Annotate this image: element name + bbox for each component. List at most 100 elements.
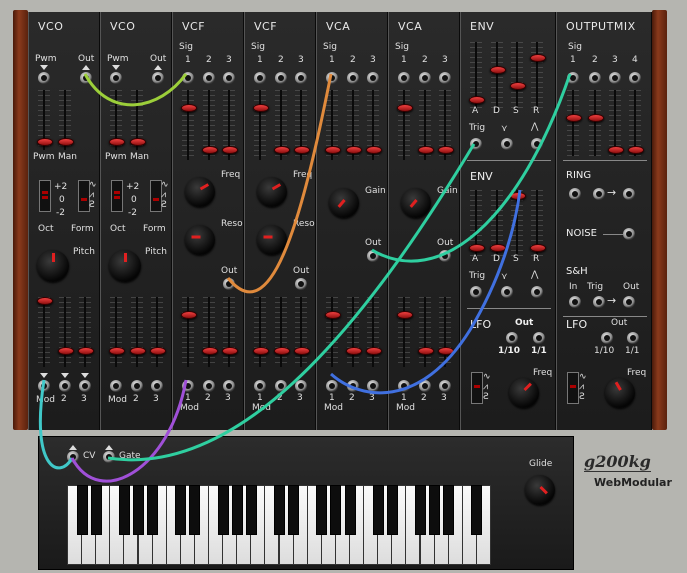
lfo2-out1-jack[interactable]	[601, 332, 613, 344]
vco1-mod1-jack[interactable]	[38, 380, 50, 392]
vco1-mod1-slider[interactable]	[37, 297, 53, 367]
vcf2-sig2-slider[interactable]	[274, 90, 290, 160]
lfo2-freq-knob[interactable]	[605, 378, 635, 408]
vco2-pitch-knob[interactable]	[109, 250, 141, 282]
vcf2-sig1-slider[interactable]	[253, 90, 269, 160]
outputmix-sig1-jack[interactable]	[567, 72, 579, 84]
vco2-oct-display[interactable]	[111, 180, 123, 212]
vco1-mod2-slider[interactable]	[58, 297, 74, 367]
vcf2-mod3-jack[interactable]	[295, 380, 307, 392]
env1-a-slider[interactable]	[469, 42, 485, 112]
vcf1-sig1-slider[interactable]	[181, 90, 197, 160]
black-key[interactable]	[443, 485, 455, 535]
black-key[interactable]	[217, 485, 229, 535]
vco1-out-jack[interactable]	[80, 72, 92, 84]
env1-r-slider[interactable]	[530, 42, 546, 112]
env2-trig-jack[interactable]	[470, 286, 482, 298]
outputmix-sig4-jack[interactable]	[629, 72, 641, 84]
vco1-mod3-slider[interactable]	[78, 297, 94, 367]
env2-out-jack[interactable]	[501, 286, 513, 298]
vca1-out-jack[interactable]	[367, 250, 379, 262]
vcf2-out-jack[interactable]	[295, 278, 307, 290]
vcf1-out-jack[interactable]	[223, 278, 235, 290]
vca2-sig2-slider[interactable]	[418, 90, 434, 160]
black-key[interactable]	[90, 485, 102, 535]
black-key[interactable]	[175, 485, 187, 535]
vcf1-reso-knob[interactable]	[185, 225, 215, 255]
lfo1-freq-knob[interactable]	[509, 378, 539, 408]
vco1-pitch-knob[interactable]	[37, 250, 69, 282]
outputmix-ch1-slider[interactable]	[566, 90, 582, 156]
vcf2-sig1-jack[interactable]	[254, 72, 266, 84]
vcf1-freq-knob[interactable]	[185, 177, 215, 207]
vca1-sig3-slider[interactable]	[366, 90, 382, 160]
vcf1-mod3-slider[interactable]	[222, 297, 238, 367]
env2-inv-jack[interactable]	[531, 286, 543, 298]
vcf2-mod1-jack[interactable]	[254, 380, 266, 392]
vcf1-mod3-jack[interactable]	[223, 380, 235, 392]
vco2-mod2-slider[interactable]	[130, 297, 146, 367]
black-key[interactable]	[372, 485, 384, 535]
vca1-sig2-jack[interactable]	[347, 72, 359, 84]
black-key[interactable]	[231, 485, 243, 535]
ring-in1-jack[interactable]	[569, 188, 581, 200]
black-key[interactable]	[76, 485, 88, 535]
outputmix-sig2-jack[interactable]	[589, 72, 601, 84]
black-key[interactable]	[118, 485, 130, 535]
vcf1-sig2-jack[interactable]	[203, 72, 215, 84]
black-key[interactable]	[274, 485, 285, 535]
vca2-sig2-jack[interactable]	[419, 72, 431, 84]
outputmix-ch3-slider[interactable]	[608, 90, 624, 156]
env2-a-slider[interactable]	[469, 190, 485, 260]
vco1-man-slider[interactable]	[58, 90, 74, 150]
vca2-out-jack[interactable]	[439, 250, 451, 262]
vca2-mod3-slider[interactable]	[438, 297, 454, 367]
vca1-sig1-jack[interactable]	[326, 72, 338, 84]
outputmix-sig3-jack[interactable]	[609, 72, 621, 84]
black-key[interactable]	[245, 485, 257, 535]
vca1-mod3-jack[interactable]	[367, 380, 379, 392]
vca2-gain-knob[interactable]	[401, 188, 431, 218]
black-key[interactable]	[288, 485, 300, 535]
vco1-mod3-jack[interactable]	[79, 380, 91, 392]
vcf2-mod2-slider[interactable]	[274, 297, 290, 367]
black-key[interactable]	[133, 485, 144, 535]
env1-d-slider[interactable]	[490, 42, 506, 112]
env1-inv-jack[interactable]	[531, 138, 543, 150]
lfo2-wave-display[interactable]	[567, 372, 579, 404]
vcf2-sig2-jack[interactable]	[275, 72, 287, 84]
env1-s-slider[interactable]	[510, 42, 526, 112]
ring-in2-jack[interactable]	[593, 188, 605, 200]
vcf2-freq-knob[interactable]	[257, 177, 287, 207]
vcf2-reso-knob[interactable]	[257, 225, 287, 255]
black-key[interactable]	[429, 485, 441, 535]
vca2-mod3-jack[interactable]	[439, 380, 451, 392]
ring-out-jack[interactable]	[623, 188, 635, 200]
vcf2-mod2-jack[interactable]	[275, 380, 287, 392]
vcf1-sig1-jack[interactable]	[182, 72, 194, 84]
sh-trig-jack[interactable]	[593, 296, 605, 308]
cv-jack[interactable]	[67, 451, 79, 463]
noise-out-jack[interactable]	[623, 228, 635, 240]
vca1-mod1-slider[interactable]	[325, 297, 341, 367]
vco1-pwm-jack[interactable]	[38, 72, 50, 84]
vca1-mod2-slider[interactable]	[346, 297, 362, 367]
vca1-mod3-slider[interactable]	[366, 297, 382, 367]
vcf1-sig3-slider[interactable]	[222, 90, 238, 160]
env1-out-jack[interactable]	[501, 138, 513, 150]
vco2-mod1-jack[interactable]	[110, 380, 122, 392]
vca2-mod1-slider[interactable]	[397, 297, 413, 367]
vcf1-mod2-slider[interactable]	[202, 297, 218, 367]
black-key[interactable]	[415, 485, 426, 535]
vca1-mod2-jack[interactable]	[347, 380, 359, 392]
sh-in-jack[interactable]	[569, 296, 581, 308]
sh-out-jack[interactable]	[623, 296, 635, 308]
vca2-mod1-jack[interactable]	[398, 380, 410, 392]
gate-jack[interactable]	[103, 451, 115, 463]
vca1-sig3-jack[interactable]	[367, 72, 379, 84]
vca2-mod2-slider[interactable]	[418, 297, 434, 367]
vcf2-sig3-jack[interactable]	[295, 72, 307, 84]
vco2-pwm-jack[interactable]	[110, 72, 122, 84]
vcf1-mod1-slider[interactable]	[181, 297, 197, 367]
env2-s-slider[interactable]	[510, 190, 526, 260]
